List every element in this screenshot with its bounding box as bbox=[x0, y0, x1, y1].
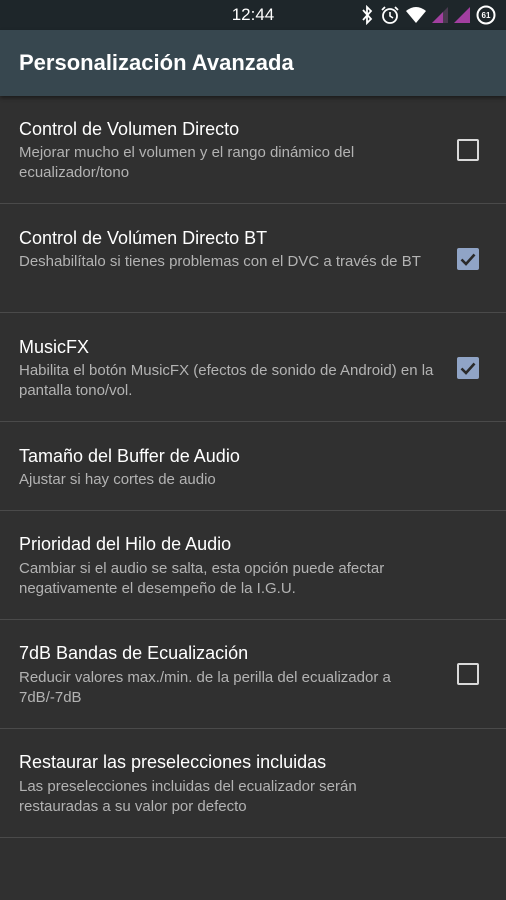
settings-list: Control de Volumen Directo Mejorar mucho… bbox=[0, 96, 506, 838]
setting-direct-volume-control-bt[interactable]: Control de Volúmen Directo BT Deshabilít… bbox=[0, 204, 506, 313]
signal-icon bbox=[432, 7, 448, 23]
setting-summary: Mejorar mucho el volumen y el rango diná… bbox=[19, 144, 355, 181]
setting-title: MusicFX bbox=[19, 337, 90, 357]
app-bar: Personalización Avanzada bbox=[0, 30, 506, 96]
setting-summary: Deshabilítalo si tienes problemas con el… bbox=[19, 253, 421, 270]
check-icon bbox=[460, 253, 476, 266]
setting-restore-presets[interactable]: Restaurar las preselecciones incluidas L… bbox=[0, 729, 506, 838]
signal-icon bbox=[454, 7, 470, 23]
status-icons: 61 bbox=[360, 4, 496, 26]
setting-direct-volume-control[interactable]: Control de Volumen Directo Mejorar mucho… bbox=[0, 96, 506, 204]
alarm-icon bbox=[381, 6, 399, 24]
setting-summary: Ajustar si hay cortes de audio bbox=[19, 471, 216, 488]
setting-7db-eq-bands[interactable]: 7dB Bandas de Ecualización Reducir valor… bbox=[0, 620, 506, 729]
page-title: Personalización Avanzada bbox=[19, 50, 294, 75]
setting-title: 7dB Bandas de Ecualización bbox=[19, 643, 249, 663]
status-bar: 12:44 61 bbox=[0, 0, 506, 30]
checkbox-direct-volume-control-bt[interactable] bbox=[457, 248, 479, 270]
setting-summary: Cambiar si el audio se salta, esta opció… bbox=[19, 560, 385, 597]
battery-icon: 61 bbox=[476, 5, 496, 25]
setting-audio-thread-priority[interactable]: Prioridad del Hilo de Audio Cambiar si e… bbox=[0, 511, 506, 620]
setting-summary: Habilita el botón MusicFX (efectos de so… bbox=[19, 362, 434, 399]
setting-title: Prioridad del Hilo de Audio bbox=[19, 534, 232, 554]
checkbox-musicfx[interactable] bbox=[457, 357, 479, 379]
setting-title: Control de Volúmen Directo BT bbox=[19, 228, 268, 248]
setting-title: Control de Volumen Directo bbox=[19, 119, 240, 139]
setting-musicfx[interactable]: MusicFX Habilita el botón MusicFX (efect… bbox=[0, 313, 506, 422]
setting-summary: Reducir valores max./min. de la perilla … bbox=[19, 669, 391, 706]
battery-level-text: 61 bbox=[482, 11, 491, 20]
checkbox-7db-eq-bands[interactable] bbox=[457, 663, 479, 685]
bluetooth-icon bbox=[362, 5, 373, 25]
setting-title: Restaurar las preselecciones incluidas bbox=[19, 752, 327, 772]
wifi-icon bbox=[406, 7, 426, 23]
checkbox-direct-volume-control[interactable] bbox=[457, 139, 479, 161]
setting-summary: Las preselecciones incluidas del ecualiz… bbox=[19, 778, 357, 815]
check-icon bbox=[460, 362, 476, 375]
setting-title: Tamaño del Buffer de Audio bbox=[19, 446, 240, 466]
setting-audio-buffer-size[interactable]: Tamaño del Buffer de Audio Ajustar si ha… bbox=[0, 422, 506, 511]
